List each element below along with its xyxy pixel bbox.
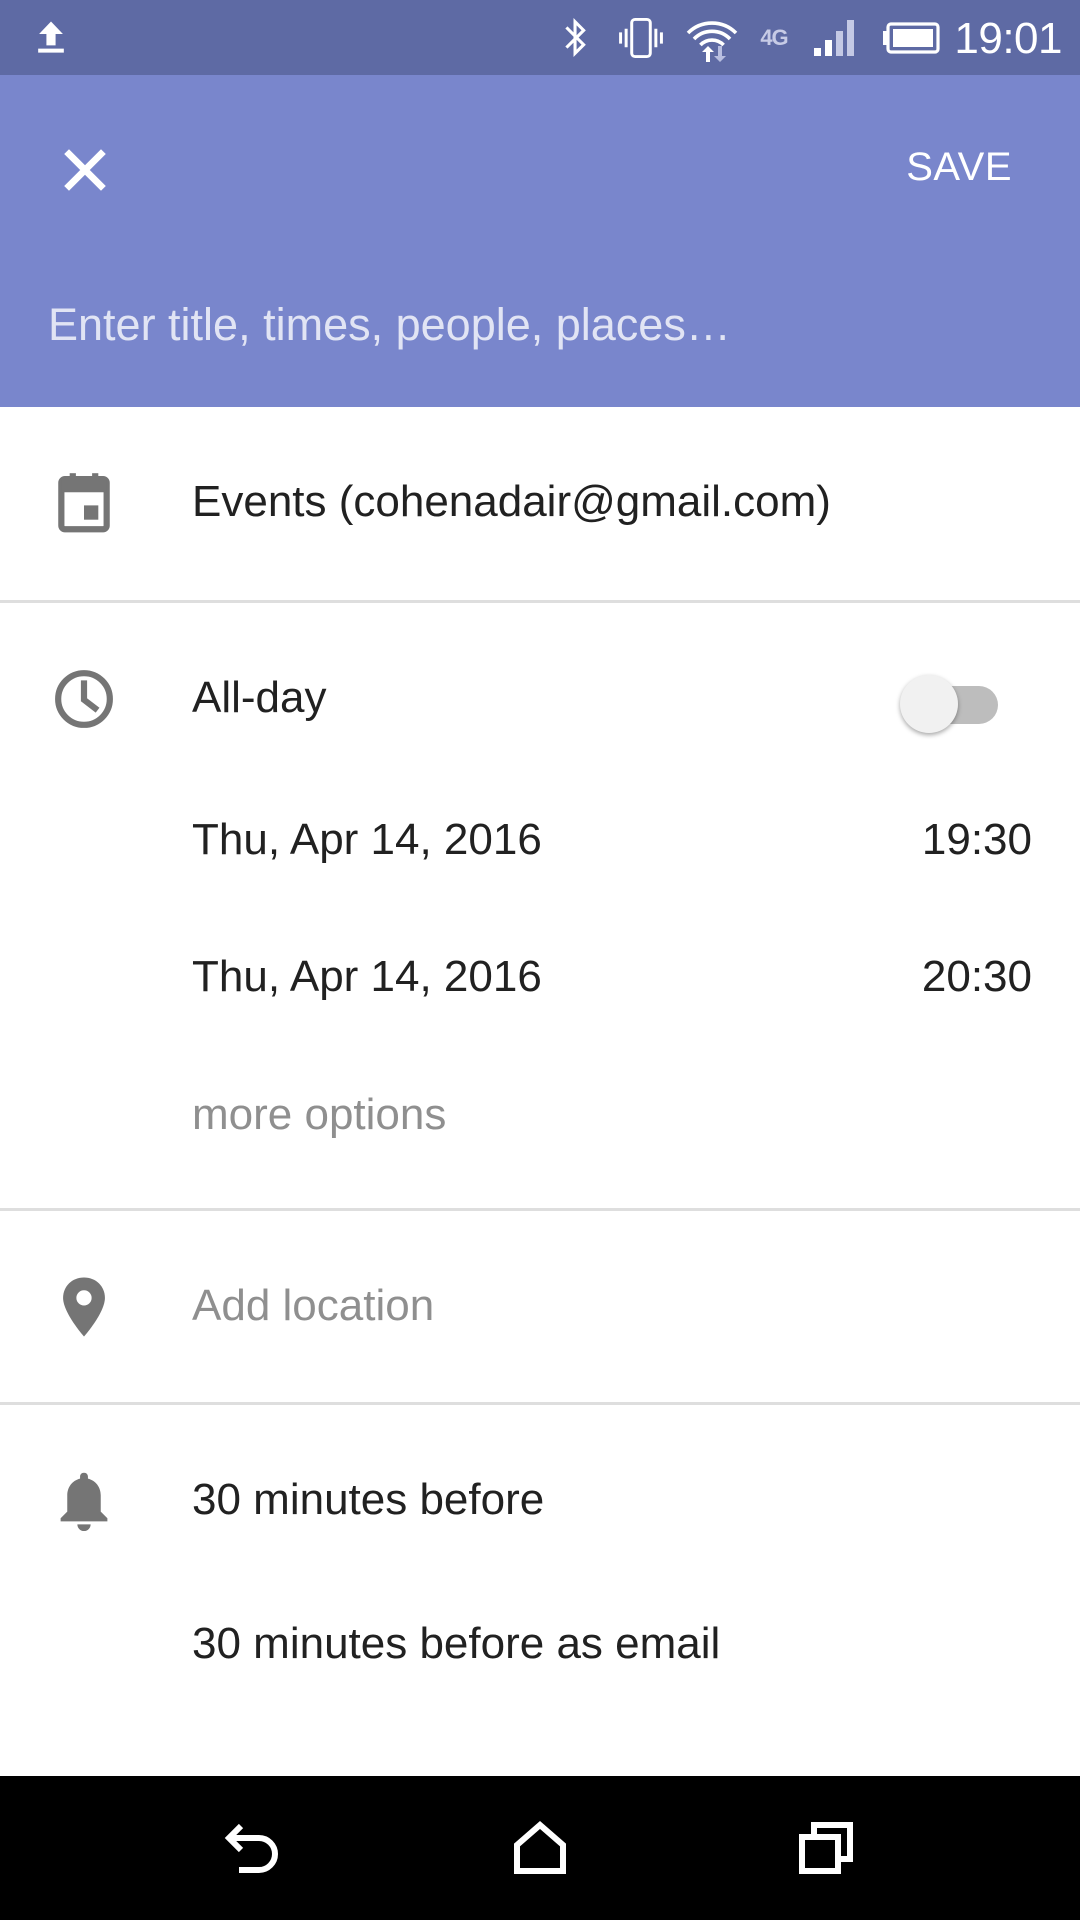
notifications-section: 30 minutes before 30 minutes before as e… (0, 1405, 1080, 1776)
location-placeholder: Add location (192, 1281, 435, 1330)
bell-icon (50, 1467, 118, 1535)
back-icon (223, 1821, 283, 1875)
time-section: All-day Thu, Apr 14, 2016 19:30 Thu, Apr… (0, 603, 1080, 1208)
bluetooth-icon (556, 0, 596, 75)
event-header: SAVE (0, 75, 1080, 407)
location-field[interactable]: Add location (0, 1211, 1080, 1402)
start-time[interactable]: 19:30 (922, 815, 1032, 865)
toggle-thumb (900, 675, 958, 733)
more-options-link[interactable]: more options (192, 1090, 446, 1140)
network-type-label: 4G (760, 24, 788, 50)
save-button[interactable]: SAVE (906, 137, 1012, 197)
recents-button[interactable] (776, 1798, 876, 1898)
home-button[interactable] (490, 1798, 590, 1898)
calendar-selector[interactable]: Events (cohenadair@gmail.com) (0, 407, 1080, 600)
back-button[interactable] (203, 1798, 303, 1898)
end-time[interactable]: 20:30 (922, 952, 1032, 1002)
notification-item[interactable]: 30 minutes before (192, 1475, 544, 1525)
all-day-toggle[interactable] (900, 666, 1000, 736)
battery-icon (880, 0, 942, 75)
recents-icon (798, 1821, 854, 1875)
close-button[interactable] (40, 125, 130, 215)
upload-icon (26, 0, 76, 75)
start-date[interactable]: Thu, Apr 14, 2016 (192, 815, 542, 865)
location-pin-icon (50, 1273, 118, 1341)
signal-icon (810, 0, 862, 75)
close-icon (61, 146, 109, 194)
calendar-icon (50, 469, 118, 537)
end-date[interactable]: Thu, Apr 14, 2016 (192, 952, 542, 1002)
wifi-icon (684, 0, 740, 75)
system-nav-bar (0, 1776, 1080, 1920)
vibrate-icon (614, 0, 668, 75)
home-icon (512, 1821, 568, 1875)
all-day-label: All-day (192, 673, 327, 722)
clock-icon (50, 665, 118, 733)
status-time: 19:01 (954, 14, 1062, 63)
event-title-input[interactable] (48, 290, 1028, 360)
notification-item[interactable]: 30 minutes before as email (192, 1619, 720, 1669)
status-bar: 4G 19:01 (0, 0, 1080, 75)
calendar-account-label: Events (cohenadair@gmail.com) (192, 477, 831, 526)
